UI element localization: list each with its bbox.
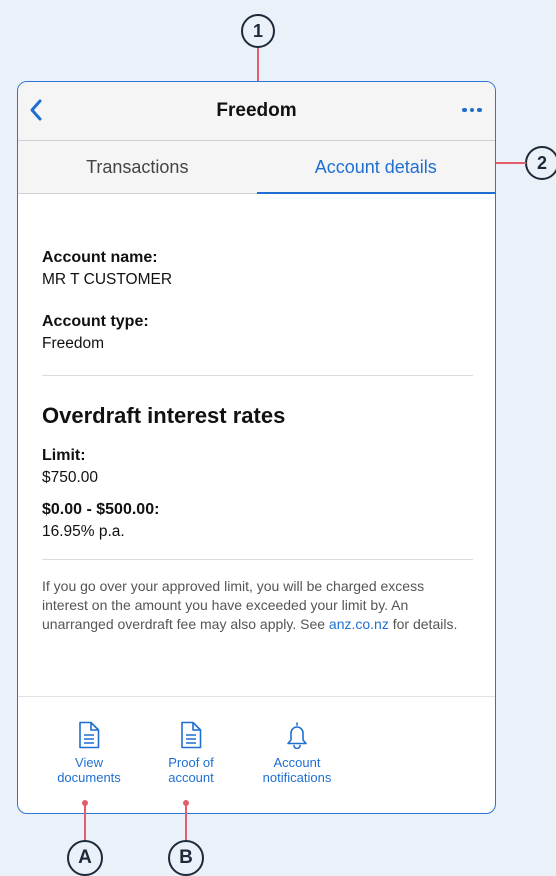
limit-value: $750.00 — [42, 469, 99, 486]
limit-label: Limit: — [42, 447, 86, 464]
callout-b-line — [185, 803, 187, 841]
anz-link[interactable]: anz.co.nz — [329, 616, 389, 632]
tab-account-details[interactable]: Account details — [256, 141, 496, 194]
callout-2: 2 — [525, 146, 556, 180]
tab-transactions[interactable]: Transactions — [18, 141, 257, 193]
view-documents-label-1: View — [75, 755, 103, 770]
quick-actions: View documents Proof of account Account not… — [18, 696, 495, 813]
view-documents-button[interactable]: View documents — [34, 721, 144, 785]
callout-a-line — [84, 803, 86, 841]
overdraft-disclaimer: If you go over your approved limit, you … — [42, 577, 473, 634]
account-notifications-label-2: notifications — [262, 770, 332, 785]
account-name-label: Account name: — [42, 249, 158, 266]
account-notifications-label-1: Account — [273, 755, 321, 770]
account-notifications-button[interactable]: Account notifications — [242, 721, 352, 785]
page-title: Freedom — [216, 100, 297, 121]
view-documents-label-2: documents — [57, 770, 121, 785]
callout-1: 1 — [241, 14, 275, 48]
rate-band-label: $0.00 - $500.00: — [42, 501, 160, 518]
proof-of-account-label-2: account — [168, 770, 214, 785]
bell-icon — [287, 722, 307, 749]
more-horizontal-icon — [462, 107, 482, 113]
disclaimer-text-end: for details. — [388, 616, 458, 632]
document-icon — [79, 721, 100, 749]
callout-b: B — [168, 840, 204, 876]
account-type-label: Account type: — [42, 313, 149, 330]
phone-screen: Freedom Transactions Account details Acc… — [17, 81, 496, 814]
callout-a: A — [67, 840, 103, 876]
overdraft-section-title: Overdraft interest rates — [42, 403, 286, 428]
rate-band-value: 16.95% p.a. — [42, 523, 125, 540]
account-name-value: MR T CUSTOMER — [42, 271, 173, 288]
navigation-bar: Freedom — [18, 82, 495, 141]
document-icon — [181, 721, 202, 749]
account-details-content: Account name: MR T CUSTOMER Account type… — [18, 194, 495, 634]
account-type-value: Freedom — [42, 335, 105, 352]
more-button[interactable] — [457, 98, 487, 122]
tab-bar: Transactions Account details — [18, 141, 495, 194]
proof-of-account-button[interactable]: Proof of account — [136, 721, 246, 785]
proof-of-account-label-1: Proof of — [168, 755, 214, 770]
